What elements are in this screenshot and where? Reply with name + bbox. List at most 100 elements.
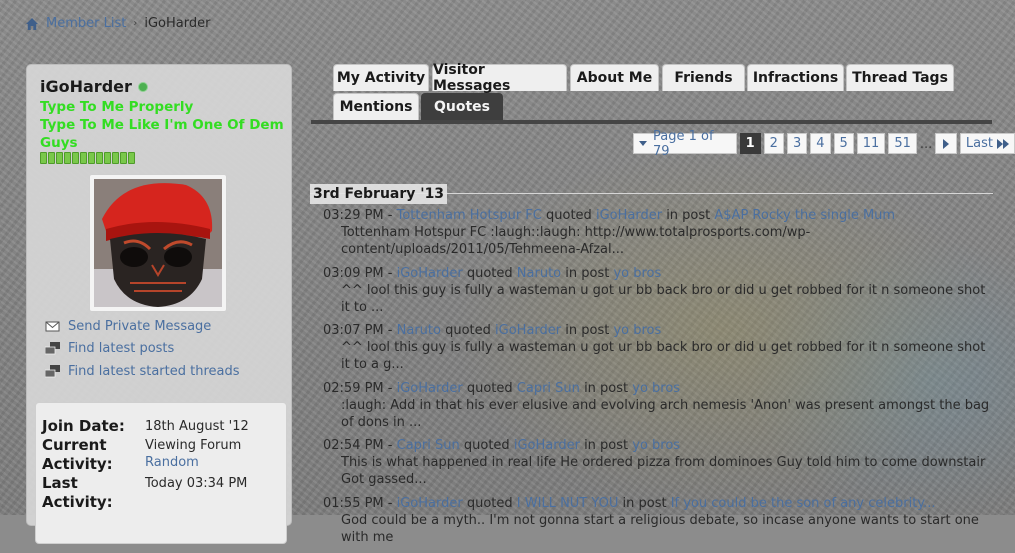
send-private-message-link[interactable]: Send Private Message [45,315,240,338]
profile-username: iGoHarder [40,77,132,96]
reputation-bar-icon [40,152,135,164]
threads-icon [45,364,60,378]
join-date-row: Join Date: 18th August '12 [42,417,282,436]
activity-header: 03:07 PM - Naruto quoted iGoHarder in po… [323,323,662,339]
activity-target-link[interactable]: I WILL NUT YOU [517,496,619,511]
activity-verb: quoted [445,323,491,339]
profile-info-box: Join Date: 18th August '12 Current Activ… [35,402,287,544]
activity-user-link[interactable]: iGoHarder [397,496,463,511]
activity-verb: quoted [466,380,513,396]
last-activity-row: Last Activity: Today 03:34 PM [42,474,282,512]
tab-quotes[interactable]: Quotes [421,93,503,120]
activity-in-post: in post [622,495,667,511]
activity-in-post: in post [584,380,629,396]
activity-snippet: God could be a myth.. I'm not gonna star… [341,512,979,545]
page-jump-dropdown[interactable]: Page 1 of 79 [633,129,737,159]
tab-visitor-messages[interactable]: Visitor Messages [432,62,567,94]
activity-item: 02:54 PM - Capri Sun quoted iGoHarder in… [323,437,993,495]
find-latest-posts-link[interactable]: Find latest posts [45,338,240,361]
activity-target-link[interactable]: Naruto [517,266,561,281]
activity-target-link[interactable]: iGoHarder [596,208,662,223]
activity-snippet: This is what happened in real life He or… [341,455,986,488]
activity-time: 01:55 PM [323,495,384,511]
avatar[interactable] [89,174,227,312]
activity-header: 01:55 PM - iGoHarder quoted I WILL NUT Y… [323,495,936,511]
tab-about-me[interactable]: About Me [570,64,659,91]
activity-post-link[interactable]: yo bros [613,266,661,281]
activity-header: 02:54 PM - Capri Sun quoted iGoHarder in… [323,438,681,454]
next-page-button[interactable] [935,133,957,154]
last-page-button[interactable]: Last [959,133,1015,154]
activity-in-post: in post [565,265,610,281]
current-activity-link[interactable]: Random [145,454,241,471]
page-link[interactable]: 5 [833,133,854,154]
posts-icon [45,342,60,355]
current-activity-row: Current Activity: Viewing Forum Random [42,436,282,474]
profile-usertitle: Type To Me Properly Type To Me Like I'm … [40,98,285,152]
activity-target-link[interactable]: iGoHarder [514,438,580,453]
page-current: 1 [739,133,761,154]
page-ellipsis: ... [919,137,933,152]
activity-header: 02:59 PM - iGoHarder quoted Capri Sun in… [323,380,681,396]
breadcrumb-member-list[interactable]: Member List [46,16,126,31]
activity-user-link[interactable]: iGoHarder [397,266,463,281]
activity-target-link[interactable]: Capri Sun [517,381,580,396]
activity-time: 02:59 PM [323,380,384,396]
breadcrumb: Member List › iGoHarder [25,16,210,31]
activity-post-link[interactable]: yo bros [613,323,661,338]
activity-list: 03:29 PM - Tottenham Hotspur FC quoted i… [323,207,993,553]
profile-sidebar: iGoHarder Type To Me Properly Type To Me… [26,64,292,544]
breadcrumb-separator-icon: › [133,18,138,29]
current-activity-label: Current Activity: [42,436,113,473]
join-date-value: 18th August '12 [145,419,249,434]
tab-thread-tags[interactable]: Thread Tags [846,64,954,91]
activity-verb: quoted [466,265,513,281]
activity-user-link[interactable]: Naruto [397,323,441,338]
activity-snippet: ^^ lool this guy is fully a wasteman u g… [341,340,986,373]
chevron-right-icon [943,138,950,149]
activity-item: 03:29 PM - Tottenham Hotspur FC quoted i… [323,207,993,265]
tab-infractions[interactable]: Infractions [747,64,844,91]
tab-friends[interactable]: Friends [662,64,745,91]
chevron-down-icon [639,141,647,146]
profile-username-row: iGoHarder [40,77,148,96]
tab-mentions[interactable]: Mentions [333,93,419,120]
activity-user-link[interactable]: iGoHarder [397,381,463,396]
activity-snippet: Tottenham Hotspur FC :laugh::laugh: http… [341,225,811,257]
avatar-image [94,179,222,307]
date-header: 3rd February '13 [310,184,448,204]
pagination: Page 1 of 79 1 2 3 4 5 11 51 ... Last [633,129,1015,159]
activity-item: 03:07 PM - Naruto quoted iGoHarder in po… [323,322,993,380]
profile-links: Send Private Message Find latest posts F… [45,315,240,383]
page-link[interactable]: 51 [888,133,917,154]
page-link[interactable]: 3 [786,133,808,154]
page-link[interactable]: 4 [810,133,831,154]
activity-target-link[interactable]: iGoHarder [495,323,561,338]
home-icon[interactable] [25,17,39,31]
activity-header: 03:09 PM - iGoHarder quoted Naruto in po… [323,265,662,281]
page-link[interactable]: 11 [856,133,886,154]
tab-my-activity[interactable]: My Activity [333,64,429,91]
activity-time: 02:54 PM [323,438,384,454]
activity-user-link[interactable]: Tottenham Hotspur FC [397,208,542,223]
activity-snippet: ^^ lool this guy is fully a wasteman u g… [341,282,986,315]
activity-item: 03:09 PM - iGoHarder quoted Naruto in po… [323,265,993,323]
activity-in-post: in post [584,438,629,454]
page-link[interactable]: 2 [763,133,784,154]
last-activity-value: Today 03:34 PM [145,476,248,491]
current-activity-value: Viewing Forum Random [145,438,242,471]
activity-snippet: :laugh: Add in that his ever elusive and… [341,397,990,430]
envelope-icon [45,321,60,332]
activity-item: 02:59 PM - iGoHarder quoted Capri Sun in… [323,380,993,438]
activity-time: 03:07 PM [323,323,384,339]
activity-user-link[interactable]: Capri Sun [397,438,460,453]
activity-post-link[interactable]: yo bros [632,381,680,396]
activity-post-link[interactable]: yo bros [632,438,680,453]
activity-time: 03:09 PM [323,265,384,281]
activity-post-link[interactable]: A$AP Rocky the single Mum [714,208,895,223]
activity-item: 01:55 PM - iGoHarder quoted I WILL NUT Y… [323,495,993,553]
activity-header: 03:29 PM - Tottenham Hotspur FC quoted i… [323,208,896,223]
activity-post-link[interactable]: If you could be the son of any celebrity… [671,496,936,511]
find-latest-threads-link[interactable]: Find latest started threads [45,360,240,383]
online-status-icon [137,81,148,92]
